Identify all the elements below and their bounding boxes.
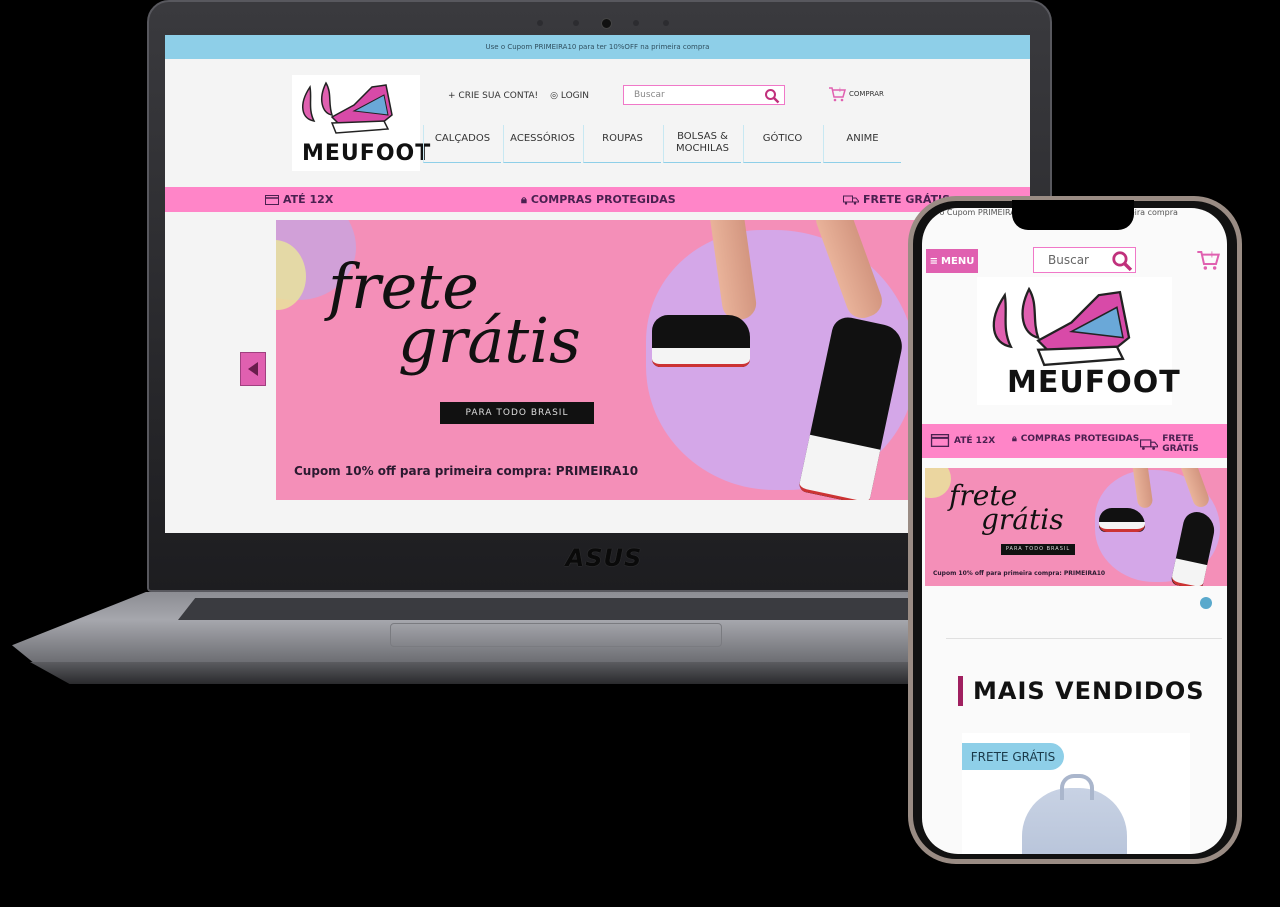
webcam xyxy=(601,18,612,29)
site-logo[interactable]: MEUFOOT xyxy=(292,75,430,171)
create-account-link[interactable]: + CRIE SUA CONTA! xyxy=(448,91,538,101)
cart-button[interactable]: + COMPRAR xyxy=(828,85,884,103)
camera-dot xyxy=(573,20,579,26)
banner-headline-line2: grátis xyxy=(398,304,581,377)
menu-item-anime[interactable]: ANIME xyxy=(823,125,901,163)
account-links: + CRIE SUA CONTA! ◎ LOGIN xyxy=(448,91,589,101)
carousel-prev-button[interactable] xyxy=(240,352,266,386)
menu-item-acessorios[interactable]: ACESSÓRIOS xyxy=(503,125,581,163)
svg-text:+: + xyxy=(1208,249,1216,260)
camera-dot xyxy=(663,20,669,26)
login-label: LOGIN xyxy=(560,91,590,101)
menu-item-gotico[interactable]: GÓTICO xyxy=(743,125,821,163)
benefit-protected: 🔒︎ COMPRAS PROTEGIDAS xyxy=(1012,434,1139,444)
camera-dot xyxy=(633,20,639,26)
benefits-bar: ATÉ 12X 🔒︎ COMPRAS PROTEGIDAS FRETE GRÁT… xyxy=(165,187,1030,212)
menu-item-bolsas[interactable]: BOLSAS & MOCHILAS xyxy=(663,125,741,163)
camera-dot xyxy=(537,20,543,26)
banner-tagline: PARA TODO BRASIL xyxy=(440,402,594,424)
user-icon: ◎ xyxy=(550,91,558,101)
cart-icon[interactable]: + xyxy=(1196,248,1220,272)
backpack-image xyxy=(1022,774,1127,854)
lock-icon: 🔒︎ xyxy=(521,192,527,206)
menu-item-calcados[interactable]: CALÇADOS xyxy=(423,125,501,163)
credit-card-icon xyxy=(265,194,279,205)
banner-coupon: Cupom 10% off para primeira compra: PRIM… xyxy=(294,464,639,478)
benefit-protected: 🔒︎ COMPRAS PROTEGIDAS xyxy=(521,193,676,207)
banner-headline: frete grátis xyxy=(328,256,581,372)
hero-banner[interactable]: frete grátis PARA TODO BRASIL Cupom 10% … xyxy=(276,220,926,500)
benefit-protected-label: COMPRAS PROTEGIDAS xyxy=(530,193,676,206)
menu-button[interactable]: ≡ MENU xyxy=(926,249,978,273)
search-placeholder: Buscar xyxy=(1048,253,1089,267)
logo-text: MEUFOOT xyxy=(1007,365,1181,400)
hero-banner[interactable]: frete grátis PARA TODO BRASIL Cupom 10% … xyxy=(925,468,1227,586)
hamburger-icon: ≡ xyxy=(929,255,939,267)
benefit-installments: ATÉ 12X xyxy=(930,434,995,447)
sneaker-image xyxy=(1099,508,1145,532)
promo-bar: Use o Cupom PRIMEIRA10 para ter 10%OFF n… xyxy=(165,35,1030,59)
banner-headline-line2: grátis xyxy=(981,503,1064,536)
credit-card-icon xyxy=(930,434,950,447)
phone-screen: Use o Cupom PRIMEIRA10 para ter 10%OFF n… xyxy=(922,208,1227,854)
search-placeholder: Buscar xyxy=(634,90,665,100)
free-shipping-badge: FRETE GRÁTIS xyxy=(962,743,1064,770)
product-card[interactable]: FRETE GRÁTIS xyxy=(962,733,1190,854)
phone-notch xyxy=(1012,200,1134,230)
laptop-foot xyxy=(30,662,1020,684)
benefit-installments-label: ATÉ 12X xyxy=(954,435,996,446)
banner-tagline: PARA TODO BRASIL xyxy=(1001,544,1075,555)
benefit-installments: ATÉ 12X xyxy=(265,193,333,206)
benefit-free-shipping: FRETE GRÁTIS xyxy=(1140,434,1227,454)
truck-icon xyxy=(843,195,859,205)
search-input[interactable]: Buscar xyxy=(623,85,785,105)
decorative-blob xyxy=(925,468,951,498)
banner-headline: frete grátis xyxy=(949,482,1064,534)
create-account-label: CRIE SUA CONTA! xyxy=(458,91,539,101)
cart-label: COMPRAR xyxy=(849,90,884,98)
search-input[interactable]: Buscar xyxy=(1033,247,1136,273)
login-link[interactable]: ◎ LOGIN xyxy=(550,91,589,101)
laptop-brand-logo: ASUS xyxy=(565,544,643,572)
section-accent-bar xyxy=(958,676,963,706)
lock-icon: 🔒︎ xyxy=(1012,434,1017,444)
benefit-protected-label: COMPRAS PROTEGIDAS xyxy=(1020,434,1140,444)
menu-item-roupas[interactable]: ROUPAS xyxy=(583,125,661,163)
sneaker-image xyxy=(652,315,750,367)
banner-coupon: Cupom 10% off para primeira compra: PRIM… xyxy=(933,570,1106,577)
cart-icon: + xyxy=(829,86,846,102)
menu-label: MENU xyxy=(941,255,975,267)
trackpad xyxy=(390,623,722,647)
sneaker-logo-icon xyxy=(992,286,1131,367)
promo-bar-text: Use o Cupom PRIMEIRA10 para ter 10%OFF n… xyxy=(485,43,710,51)
main-menu: CALÇADOS ACESSÓRIOS ROUPAS BOLSAS & MOCH… xyxy=(423,125,903,163)
site-logo[interactable]: MEUFOOT xyxy=(977,277,1180,405)
benefit-installments-label: ATÉ 12X xyxy=(283,193,334,206)
section-title: MAIS VENDIDOS xyxy=(973,677,1205,705)
search-icon[interactable] xyxy=(1111,250,1133,272)
truck-icon xyxy=(1140,438,1159,450)
carousel-dot[interactable] xyxy=(1200,597,1212,609)
logo-text: MEUFOOT xyxy=(302,141,432,166)
section-header: MAIS VENDIDOS xyxy=(958,676,1205,706)
section-divider xyxy=(946,638,1222,639)
benefit-free-shipping-label: FRETE GRÁTIS xyxy=(1162,434,1199,454)
search-icon[interactable] xyxy=(764,88,780,104)
laptop-screen: Use o Cupom PRIMEIRA10 para ter 10%OFF n… xyxy=(165,35,1030,533)
benefits-bar: ATÉ 12X 🔒︎ COMPRAS PROTEGIDAS FRETE GRÁT… xyxy=(922,424,1227,458)
svg-text:+: + xyxy=(837,86,843,94)
